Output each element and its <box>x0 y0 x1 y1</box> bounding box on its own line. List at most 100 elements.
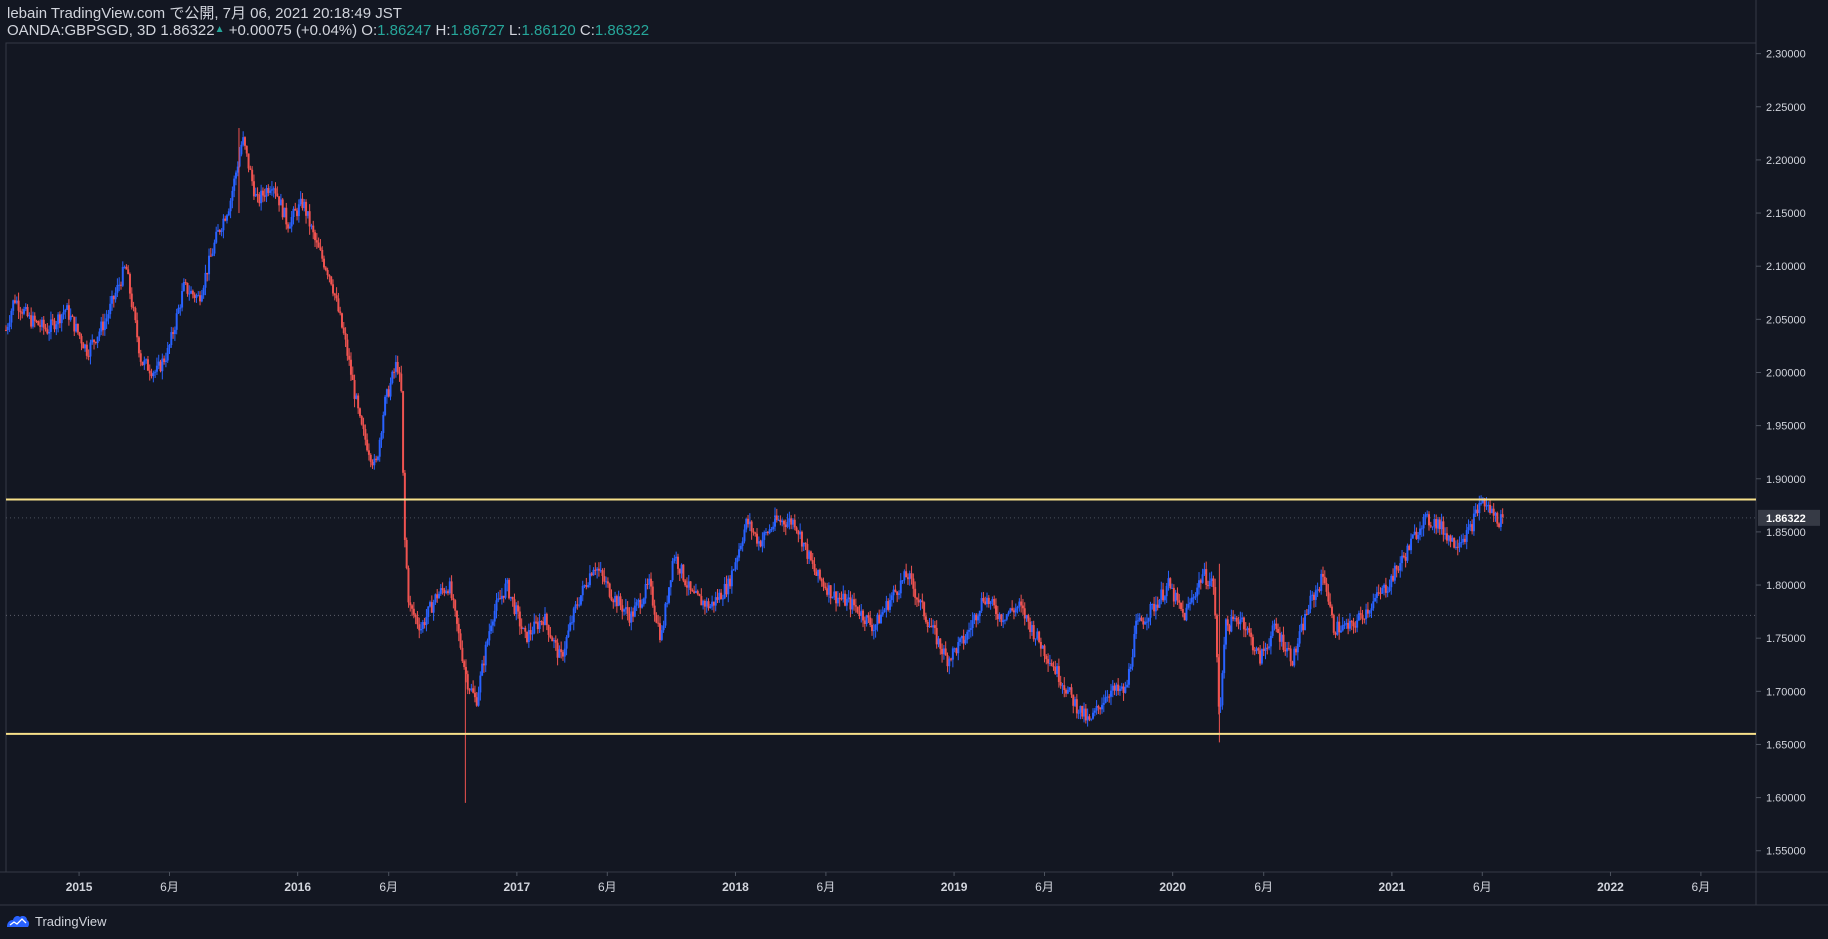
candle-body <box>306 211 309 216</box>
candle-body <box>558 649 561 658</box>
candle-body <box>707 601 710 609</box>
candle-body <box>603 575 606 582</box>
candle-body <box>1057 666 1060 682</box>
candle-body <box>831 597 834 599</box>
candle-body <box>1300 623 1303 632</box>
candle-body <box>1332 615 1335 633</box>
time-axis-label: 2015 <box>66 880 93 894</box>
candle-body <box>1368 610 1371 614</box>
candle-body <box>1208 580 1211 587</box>
candle-body <box>1109 690 1112 697</box>
candle-body <box>218 230 221 233</box>
price-axis-label: 1.55000 <box>1766 846 1806 858</box>
candle-body <box>1246 628 1249 630</box>
candle-body <box>872 629 875 632</box>
candle-body <box>980 598 983 611</box>
candle-body <box>1090 718 1093 720</box>
candle-body <box>1083 708 1086 717</box>
candle-body <box>856 606 859 613</box>
time-axis-label: 6月 <box>1035 880 1054 894</box>
candle-body <box>1003 619 1006 621</box>
candle-body <box>24 307 27 310</box>
candle-body <box>888 600 891 610</box>
candle-body <box>276 193 279 197</box>
candle-body <box>659 623 662 640</box>
candle-body <box>252 181 255 197</box>
candle-body <box>826 588 829 595</box>
candle-body <box>953 648 956 650</box>
candle-body <box>903 571 906 581</box>
candle-body <box>1379 592 1382 594</box>
candle-body <box>1399 563 1402 571</box>
candle-body <box>1397 569 1400 571</box>
candle-body <box>229 200 232 212</box>
candle-body <box>930 625 933 628</box>
candle-body <box>261 190 264 196</box>
candle-body <box>917 599 920 603</box>
candle-body <box>1325 583 1328 592</box>
candle-body <box>844 593 847 606</box>
candle-body <box>712 601 715 606</box>
candle-body <box>1162 589 1165 601</box>
candle-body <box>355 395 358 399</box>
candle-body <box>1487 504 1490 506</box>
candle-body <box>154 371 157 373</box>
candle-body <box>287 224 290 229</box>
candle-body <box>39 325 42 327</box>
candle-body <box>274 188 277 194</box>
candle-body <box>766 532 769 534</box>
candle-body <box>752 531 755 533</box>
candle-body <box>1199 580 1202 583</box>
candle-body <box>197 295 200 297</box>
candle-body <box>1330 606 1333 616</box>
candle-body <box>405 540 408 569</box>
candle-body <box>813 563 816 572</box>
candle-body <box>1313 594 1316 600</box>
candle-body <box>887 601 890 610</box>
candle-body <box>698 594 701 596</box>
candle-body <box>1068 687 1071 690</box>
candle-body <box>421 622 424 629</box>
candle-body <box>1372 601 1375 609</box>
candle-body <box>217 230 220 232</box>
candle-body <box>935 627 938 645</box>
candle-body <box>1307 609 1310 615</box>
candle-body <box>1298 631 1301 644</box>
candle-body <box>1063 685 1066 691</box>
candle-body <box>290 217 293 227</box>
candle-body <box>64 309 67 313</box>
candle-body <box>621 605 624 612</box>
candle-body <box>529 630 532 635</box>
candle-body <box>22 309 25 314</box>
candle-body <box>1237 621 1240 625</box>
candle-body <box>554 640 557 643</box>
price-chart[interactable]: 2.30000 2.25000 2.20000 2.15000 2.10000 2.050… <box>0 0 1828 939</box>
candle-body <box>159 361 162 372</box>
candle-body <box>1135 620 1138 634</box>
candle-body <box>1427 514 1430 526</box>
candle-body <box>15 300 18 303</box>
footer-brand-label: TradingView <box>35 913 107 929</box>
candle-body <box>1108 696 1111 698</box>
candle-body <box>10 310 13 323</box>
candle-body <box>1361 614 1364 619</box>
time-axis-label: 6月 <box>379 880 398 894</box>
candle-body <box>676 556 679 569</box>
candle-body <box>1302 623 1305 630</box>
candle-body <box>1214 587 1217 616</box>
candle-body <box>1271 625 1274 636</box>
time-axis-label: 2017 <box>504 880 531 894</box>
candle-body <box>1264 647 1267 651</box>
candle-body <box>346 339 349 356</box>
candle-body <box>1007 612 1010 615</box>
candle-body <box>800 531 803 547</box>
candle-body <box>815 571 818 576</box>
footer-brand[interactable]: TradingView <box>6 911 107 931</box>
candle-body <box>121 266 124 286</box>
candle-body <box>296 210 299 217</box>
candle-body <box>840 598 843 600</box>
candle-body <box>1255 648 1258 652</box>
candle-body <box>1025 615 1028 619</box>
candle-body <box>161 358 164 372</box>
candle-body <box>1018 601 1021 607</box>
